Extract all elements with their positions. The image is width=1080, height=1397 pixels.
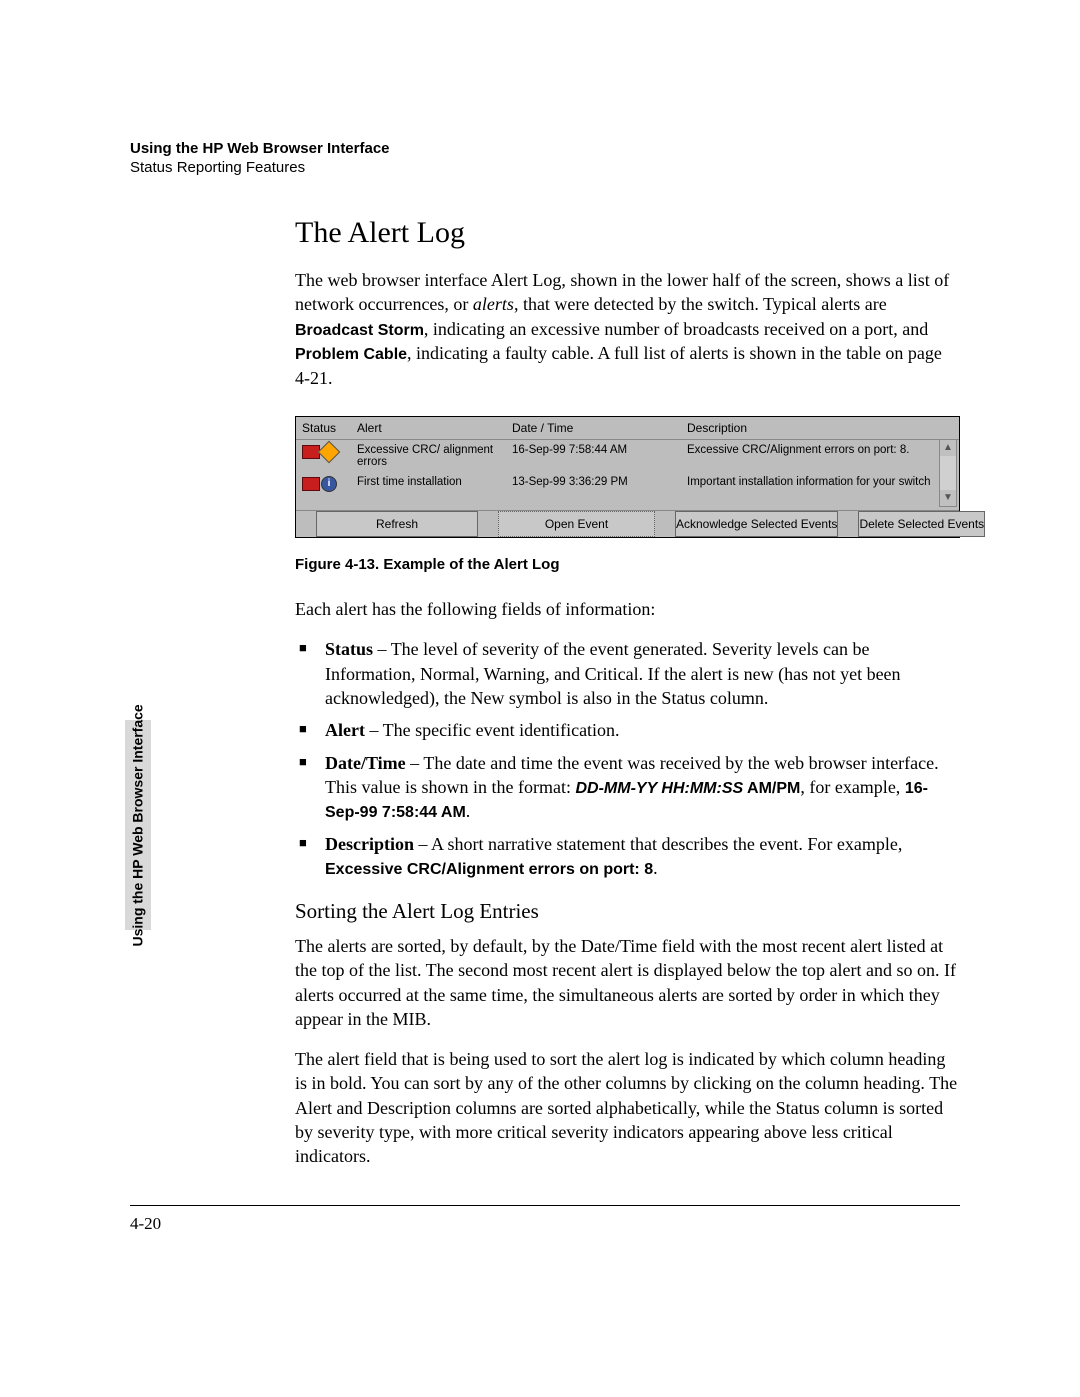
open-event-button[interactable]: Open Event — [498, 511, 655, 537]
alert-log-panel: Status Alert Date / Time Description — [295, 416, 960, 538]
desc-cell: Important installation information for y… — [687, 476, 959, 488]
header-chapter: Using the HP Web Browser Interface — [130, 140, 960, 157]
scroll-up-icon[interactable]: ▲ — [940, 440, 956, 456]
acknowledge-button[interactable]: Acknowledge Selected Events — [675, 511, 838, 537]
status-cell: i — [296, 476, 357, 494]
refresh-button[interactable]: Refresh — [316, 511, 478, 537]
sort-paragraph-1: The alerts are sorted, by default, by th… — [295, 934, 960, 1031]
status-cell — [296, 444, 357, 462]
figure-caption: Figure 4-13. Example of the Alert Log — [295, 556, 960, 573]
date-cell: 16-Sep-99 7:58:44 AM — [512, 444, 687, 456]
page-header: Using the HP Web Browser Interface Statu… — [130, 140, 960, 176]
col-header-status[interactable]: Status — [296, 421, 357, 435]
side-tab-label: Using the HP Web Browser Interface — [130, 704, 147, 946]
lead-paragraph: Each alert has the following fields of i… — [295, 597, 960, 621]
warning-icon — [318, 441, 341, 464]
footer-rule — [130, 1205, 960, 1206]
list-item: Status – The level of severity of the ev… — [295, 637, 960, 710]
col-header-alert[interactable]: Alert — [357, 421, 512, 435]
delete-button[interactable]: Delete Selected Events — [858, 511, 985, 537]
section-title: The Alert Log — [295, 216, 960, 250]
list-item: Description – A short narrative statemen… — [295, 832, 960, 881]
alert-table: Status Alert Date / Time Description — [296, 417, 959, 510]
desc-cell: Excessive CRC/Alignment errors on port: … — [687, 444, 959, 456]
table-header-row: Status Alert Date / Time Description — [296, 417, 959, 440]
field-list: Status – The level of severity of the ev… — [295, 637, 960, 881]
alert-cell: First time installation — [357, 476, 512, 488]
col-header-desc[interactable]: Description — [687, 421, 959, 435]
page-number: 4-20 — [130, 1214, 960, 1234]
figure: Status Alert Date / Time Description — [295, 416, 960, 573]
alert-cell: Excessive CRC/ alignment errors — [357, 444, 512, 468]
list-item: Alert – The specific event identificatio… — [295, 718, 960, 742]
scroll-down-icon[interactable]: ▼ — [940, 490, 956, 506]
intro-paragraph: The web browser interface Alert Log, sho… — [295, 268, 960, 390]
list-item: Date/Time – The date and time the event … — [295, 751, 960, 824]
content-column: The Alert Log The web browser interface … — [295, 216, 960, 1169]
info-icon: i — [321, 476, 337, 492]
header-section: Status Reporting Features — [130, 159, 960, 176]
button-row: Refresh Open Event Acknowledge Selected … — [296, 510, 959, 537]
table-row[interactable]: i First time installation 13-Sep-99 3:36… — [296, 472, 959, 498]
col-header-date[interactable]: Date / Time — [512, 421, 687, 435]
date-cell: 13-Sep-99 3:36:29 PM — [512, 476, 687, 488]
subsection-title: Sorting the Alert Log Entries — [295, 899, 960, 924]
sort-paragraph-2: The alert field that is being used to so… — [295, 1047, 960, 1168]
page: Using the HP Web Browser Interface Statu… — [0, 0, 1080, 1314]
side-tab: Using the HP Web Browser Interface — [125, 720, 151, 930]
table-row[interactable]: Excessive CRC/ alignment errors 16-Sep-9… — [296, 440, 959, 472]
scrollbar[interactable]: ▲ ▼ — [939, 439, 957, 507]
alert-rows: Excessive CRC/ alignment errors 16-Sep-9… — [296, 440, 959, 510]
new-badge-icon — [302, 477, 320, 491]
